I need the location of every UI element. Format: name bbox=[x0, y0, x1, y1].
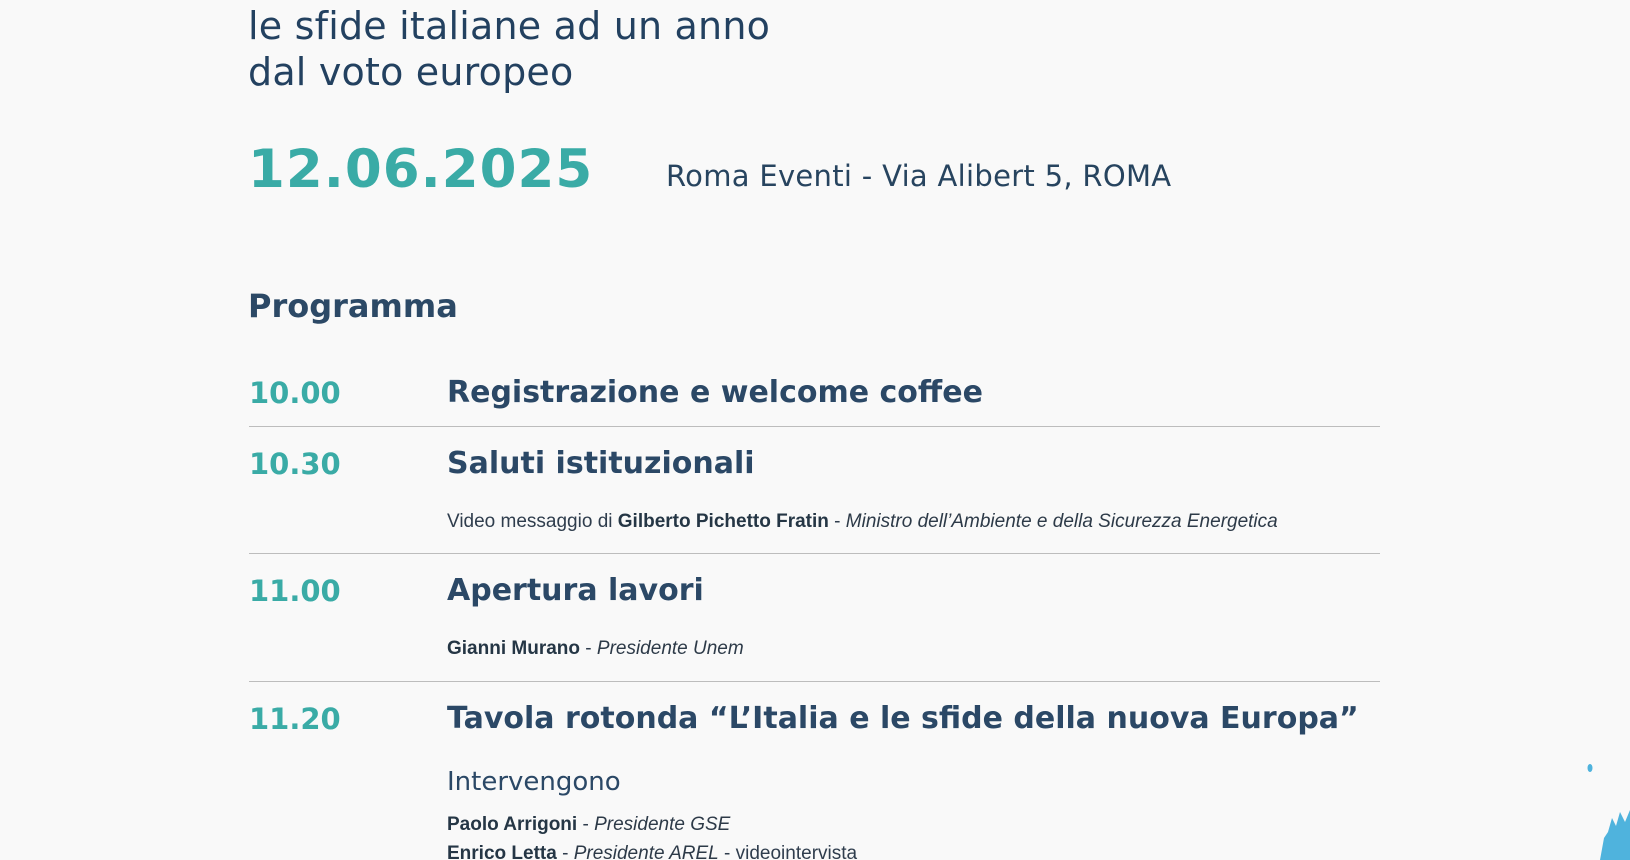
event-program-page: le sfide italiane ad un anno dal voto eu… bbox=[0, 0, 1630, 860]
detail-prefix: Video messaggio di bbox=[447, 511, 618, 532]
speaker-name: Gilberto Pichetto Fratin bbox=[617, 511, 829, 532]
subtitle-line-1: le sfide italiane ad un anno bbox=[248, 4, 771, 48]
detail-separator: - bbox=[556, 843, 574, 860]
agenda-title: Saluti istituzionali bbox=[447, 446, 755, 481]
agenda-title: Tavola rotonda “L’Italia e le sfide dell… bbox=[447, 701, 1359, 736]
subtitle-line-2: dal voto europeo bbox=[248, 50, 574, 94]
agenda-item: 11.20 Tavola rotonda “L’Italia e le sfid… bbox=[249, 682, 1380, 860]
agenda-detail: Gianni Murano - Presidente Unem bbox=[447, 637, 744, 661]
agenda-time: 11.20 bbox=[249, 702, 341, 736]
speakers-heading: Intervengono bbox=[447, 767, 621, 797]
detail-separator: - bbox=[828, 511, 846, 532]
agenda-item: 10.00 Registrazione e welcome coffee bbox=[249, 371, 1380, 427]
agenda-item: 11.00 Apertura lavori Gianni Murano - Pr… bbox=[249, 554, 1380, 682]
speaker-role: Ministro dell’Ambiente e della Sicurezza… bbox=[845, 511, 1278, 532]
speaker-name: Enrico Letta bbox=[447, 843, 557, 860]
agenda-time: 10.00 bbox=[249, 376, 341, 410]
speaker-extra: - videointervista bbox=[718, 843, 858, 860]
event-date: 12.06.2025 bbox=[248, 139, 594, 200]
program-heading: Programma bbox=[248, 287, 458, 325]
detail-separator: - bbox=[577, 814, 595, 835]
agenda-list: 10.00 Registrazione e welcome coffee 10.… bbox=[249, 371, 1380, 860]
agenda-title: Apertura lavori bbox=[447, 573, 704, 608]
agenda-time: 11.00 bbox=[249, 574, 341, 608]
detail-separator: - bbox=[580, 638, 597, 659]
speaker-name: Paolo Arrigoni bbox=[447, 814, 578, 835]
agenda-title: Registrazione e welcome coffee bbox=[447, 375, 983, 410]
speaker-role: Presidente AREL bbox=[573, 843, 719, 860]
speaker-role: Presidente Unem bbox=[596, 638, 744, 659]
speaker-role: Presidente GSE bbox=[594, 814, 731, 835]
agenda-detail: Video messaggio di Gilberto Pichetto Fra… bbox=[447, 510, 1278, 534]
speaker-name: Gianni Murano bbox=[447, 638, 580, 659]
speaker-line: Enrico Letta - Presidente AREL - videoin… bbox=[447, 842, 857, 860]
event-venue: Roma Eventi - Via Alibert 5, ROMA bbox=[666, 159, 1172, 193]
paint-splash-icon bbox=[1587, 764, 1630, 860]
event-subtitle: le sfide italiane ad un anno dal voto eu… bbox=[248, 3, 1008, 95]
agenda-item: 10.30 Saluti istituzionali Video messagg… bbox=[249, 427, 1380, 554]
speaker-line: Paolo Arrigoni - Presidente GSE bbox=[447, 813, 730, 837]
agenda-time: 10.30 bbox=[249, 447, 341, 481]
